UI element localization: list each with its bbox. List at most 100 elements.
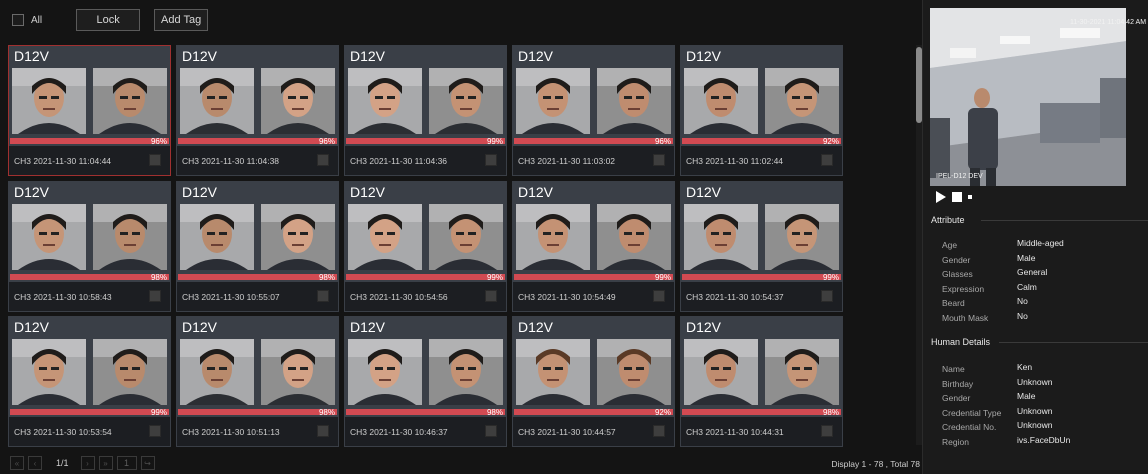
database-face-image[interactable] [765, 339, 839, 405]
similarity-score: 98% [822, 408, 839, 417]
card-select-checkbox[interactable] [653, 425, 665, 437]
capture-card[interactable]: D12V 92% CH3 2021-11-30 11:02:44 [680, 45, 843, 176]
prev-page-button[interactable]: ‹ [28, 456, 42, 470]
card-footer: CH3 2021-11-30 11:04:44 [9, 146, 170, 175]
similarity-bar [682, 409, 841, 415]
select-all-checkbox[interactable] [12, 14, 24, 26]
capture-face-image[interactable] [348, 68, 422, 134]
capture-card[interactable]: D12V 98% CH3 2021-11-30 10:44:31 [680, 316, 843, 447]
capture-face-image[interactable] [12, 204, 86, 270]
video-channel-label: IPEL-D12 DEV [936, 173, 983, 180]
play-icon[interactable] [936, 191, 946, 203]
attribute-key: Age [942, 240, 958, 250]
capture-card[interactable]: D12V 98% CH3 2021-11-30 10:51:13 [176, 316, 339, 447]
database-face-image[interactable] [261, 339, 335, 405]
database-face-image[interactable] [597, 204, 671, 270]
attribute-value: No [1017, 310, 1028, 321]
card-select-checkbox[interactable] [653, 290, 665, 302]
capture-face-image[interactable] [348, 339, 422, 405]
database-face-image[interactable] [93, 339, 167, 405]
card-select-checkbox[interactable] [485, 290, 497, 302]
first-page-button[interactable]: « [10, 456, 24, 470]
card-footer: CH3 2021-11-30 10:55:07 [177, 282, 338, 311]
card-select-checkbox[interactable] [317, 290, 329, 302]
human_details-key: Credential No. [942, 422, 997, 432]
capture-face-image[interactable] [516, 339, 590, 405]
card-title: D12V [686, 319, 722, 335]
database-face-image[interactable] [93, 68, 167, 134]
card-select-checkbox[interactable] [317, 154, 329, 166]
database-face-image[interactable] [93, 204, 167, 270]
similarity-score: 99% [150, 408, 167, 417]
database-face-image[interactable] [261, 204, 335, 270]
stop-icon[interactable] [952, 192, 962, 202]
card-select-checkbox[interactable] [317, 425, 329, 437]
card-footer: CH3 2021-11-30 10:44:31 [681, 417, 842, 446]
capture-card[interactable]: D12V 99% CH3 2021-11-30 11:04:36 [344, 45, 507, 176]
capture-face-image[interactable] [348, 204, 422, 270]
record-dot-icon[interactable] [968, 195, 972, 199]
similarity-bar [682, 138, 841, 144]
capture-card[interactable]: D12V 98% CH3 2021-11-30 10:46:37 [344, 316, 507, 447]
capture-card[interactable]: D12V 96% CH3 2021-11-30 11:04:44 [8, 45, 171, 176]
capture-card[interactable]: D12V 98% CH3 2021-11-30 10:55:07 [176, 181, 339, 312]
capture-face-image[interactable] [684, 339, 758, 405]
capture-card[interactable]: D12V 96% CH3 2021-11-30 11:03:02 [512, 45, 675, 176]
capture-face-image[interactable] [12, 339, 86, 405]
card-select-checkbox[interactable] [653, 154, 665, 166]
capture-card[interactable]: D12V 99% CH3 2021-11-30 10:54:49 [512, 181, 675, 312]
capture-card[interactable]: D12V 92% CH3 2021-11-30 10:44:57 [512, 316, 675, 447]
similarity-score: 98% [318, 408, 335, 417]
database-face-image[interactable] [429, 68, 503, 134]
attribute-key: Expression [942, 283, 985, 294]
card-select-checkbox[interactable] [821, 425, 833, 437]
human_details-value: Unknown [1017, 405, 1053, 416]
capture-card[interactable]: D12V 98% CH3 2021-11-30 10:58:43 [8, 181, 171, 312]
capture-card[interactable]: D12V 99% CH3 2021-11-30 10:54:56 [344, 181, 507, 312]
card-select-checkbox[interactable] [149, 290, 161, 302]
capture-card[interactable]: D12V 96% CH3 2021-11-30 11:04:38 [176, 45, 339, 176]
capture-face-image[interactable] [516, 204, 590, 270]
capture-face-image[interactable] [180, 204, 254, 270]
capture-timestamp: CH3 2021-11-30 11:04:44 [14, 156, 112, 166]
page-number-input[interactable]: 1 [116, 456, 137, 470]
database-face-image[interactable] [429, 204, 503, 270]
card-title: D12V [14, 184, 50, 200]
capture-grid: D12V 96% CH3 2021-11-30 11:04:44 D12V 96% CH3… [8, 45, 908, 448]
capture-timestamp: CH3 2021-11-30 11:04:38 [182, 156, 280, 166]
database-face-image[interactable] [597, 339, 671, 405]
similarity-score: 99% [486, 137, 503, 146]
capture-face-image[interactable] [180, 339, 254, 405]
capture-face-image[interactable] [684, 204, 758, 270]
card-select-checkbox[interactable] [149, 425, 161, 437]
go-page-button[interactable]: ↪ [140, 456, 155, 470]
card-select-checkbox[interactable] [821, 154, 833, 166]
database-face-image[interactable] [765, 204, 839, 270]
database-face-image[interactable] [261, 68, 335, 134]
lock-button[interactable]: Lock [76, 9, 141, 31]
capture-face-image[interactable] [12, 68, 86, 134]
card-select-checkbox[interactable] [485, 154, 497, 166]
select-all-control[interactable]: All [12, 14, 42, 26]
database-face-image[interactable] [429, 339, 503, 405]
capture-card[interactable]: D12V 99% CH3 2021-11-30 10:53:54 [8, 316, 171, 447]
database-face-image[interactable] [597, 68, 671, 134]
capture-timestamp: CH3 2021-11-30 11:04:36 [350, 156, 448, 166]
similarity-bar [346, 274, 505, 280]
display-count: Display 1 - 78 , Total 78 [831, 459, 920, 469]
capture-card[interactable]: D12V 99% CH3 2021-11-30 10:54:37 [680, 181, 843, 312]
database-face-image[interactable] [765, 68, 839, 134]
next-page-button[interactable]: › [80, 456, 95, 470]
live-video[interactable]: 11-30-2021 11:04:42 AM IPEL-D12 DEV [930, 8, 1148, 186]
card-select-checkbox[interactable] [821, 290, 833, 302]
capture-timestamp: CH3 2021-11-30 10:44:31 [686, 427, 784, 437]
last-page-button[interactable]: » [98, 456, 113, 470]
similarity-bar [514, 274, 673, 280]
capture-face-image[interactable] [516, 68, 590, 134]
card-select-checkbox[interactable] [485, 425, 497, 437]
capture-face-image[interactable] [180, 68, 254, 134]
similarity-score: 98% [318, 273, 335, 282]
capture-face-image[interactable] [684, 68, 758, 134]
add-tag-button[interactable]: Add Tag [154, 9, 209, 31]
card-select-checkbox[interactable] [149, 154, 161, 166]
